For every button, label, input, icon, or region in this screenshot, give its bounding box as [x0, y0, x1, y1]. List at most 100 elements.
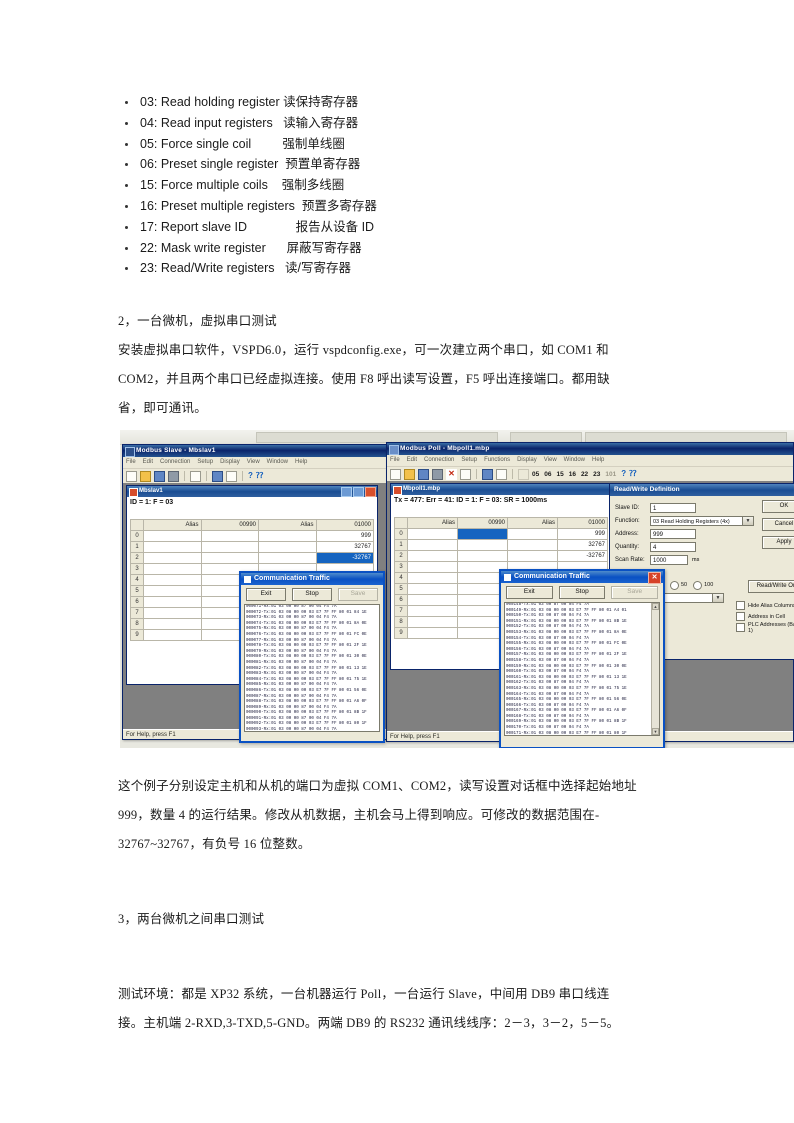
cell-v1[interactable] — [200, 530, 259, 542]
cell-v2[interactable]: 999 — [315, 530, 374, 542]
table-row[interactable]: 0 999 — [130, 530, 374, 542]
exit-button[interactable]: Exit — [506, 586, 553, 599]
cell-alias1[interactable] — [143, 629, 202, 641]
help-question-icon[interactable]: ? — [248, 472, 253, 480]
save-icon[interactable] — [418, 468, 429, 480]
print-icon[interactable] — [168, 470, 179, 482]
hide-alias-columns-checkbox[interactable]: Hide Alias Columns — [736, 600, 794, 611]
cell-alias2[interactable] — [507, 550, 558, 562]
cell-alias1[interactable] — [407, 528, 458, 540]
context-help-icon[interactable]: ⁇ — [256, 472, 263, 480]
connection-icon[interactable] — [482, 468, 493, 480]
quantity-input[interactable]: 4 — [650, 541, 696, 552]
new-file-icon[interactable] — [126, 470, 137, 482]
function-code-22[interactable]: 22 — [581, 471, 588, 478]
cell-alias1[interactable] — [407, 594, 458, 606]
ok-button[interactable]: OK — [762, 500, 794, 513]
cell-alias2[interactable] — [507, 539, 558, 551]
table-row[interactable]: 1 32767 — [394, 539, 608, 551]
cell-alias1[interactable] — [143, 563, 202, 575]
cell-v2[interactable]: -32767 — [557, 550, 608, 562]
poll-titlebar[interactable]: Modbus Poll - Mbpoll1.mbp — [387, 443, 793, 455]
checkbox-icon[interactable] — [736, 612, 745, 621]
checkbox-icon[interactable] — [736, 601, 745, 610]
slave-child-window-buttons[interactable] — [341, 487, 376, 497]
cell-v2[interactable]: 999 — [557, 528, 608, 540]
menu-connection[interactable]: Connection — [160, 459, 190, 465]
function-01-icon[interactable] — [518, 468, 529, 480]
communication-traffic-slave-dialog[interactable]: Communication Traffic Exit Stop Save 000… — [239, 571, 385, 743]
traffic-slave-titlebar[interactable]: Communication Traffic — [241, 573, 383, 585]
rw-dialog-titlebar[interactable]: Read/Write Definition — [610, 484, 794, 496]
cell-alias1[interactable] — [407, 539, 458, 551]
cell-alias2[interactable] — [507, 528, 558, 540]
cell-alias1[interactable] — [407, 605, 458, 617]
scroll-up-icon[interactable]: ▲ — [652, 603, 659, 610]
cell-alias1[interactable] — [407, 561, 458, 573]
table-row[interactable]: 2 -32767 — [394, 550, 608, 562]
address-input[interactable]: 999 — [650, 528, 696, 539]
traffic-poll-log[interactable]: ▲ ▼ 000148-Tx:01 03 00 87 00 04 F4 7A 00… — [504, 602, 660, 736]
traffic-poll-titlebar[interactable]: Communication Traffic ✕ — [501, 571, 663, 584]
function-code-101[interactable]: 101 — [605, 471, 616, 478]
menu-window[interactable]: Window — [564, 457, 585, 463]
checkbox-icon[interactable] — [736, 623, 745, 632]
menu-setup[interactable]: Setup — [461, 457, 477, 463]
cell-alias1[interactable] — [407, 550, 458, 562]
save-icon[interactable] — [154, 470, 165, 482]
menu-file[interactable]: File — [390, 457, 400, 463]
radio-icon[interactable] — [693, 580, 703, 590]
open-folder-icon[interactable] — [404, 468, 415, 480]
cell-v1[interactable] — [200, 541, 259, 553]
menu-setup[interactable]: Setup — [197, 459, 213, 465]
table-row[interactable]: 2 -32767 — [130, 552, 374, 564]
function-code-16[interactable]: 16 — [569, 471, 576, 478]
help-question-icon[interactable]: ? — [621, 470, 626, 478]
cell-v1-selected[interactable] — [457, 528, 508, 540]
menu-edit[interactable]: Edit — [143, 459, 153, 465]
cell-alias2[interactable] — [258, 530, 317, 542]
radio-50[interactable]: 50 — [670, 580, 687, 590]
menu-connection[interactable]: Connection — [424, 457, 454, 463]
new-window-icon[interactable] — [190, 470, 201, 482]
cell-alias1[interactable] — [407, 583, 458, 595]
cell-v2[interactable]: 32767 — [557, 539, 608, 551]
chevron-down-icon[interactable]: ▼ — [742, 516, 753, 525]
copy-icon[interactable] — [226, 470, 237, 482]
maximize-icon[interactable] — [353, 487, 364, 497]
save-button[interactable]: Save — [338, 588, 378, 601]
cell-alias1[interactable] — [143, 596, 202, 608]
table-row[interactable]: 0 999 — [394, 528, 608, 540]
cell-alias1[interactable] — [143, 541, 202, 553]
open-folder-icon[interactable] — [140, 470, 151, 482]
cell-alias1[interactable] — [407, 616, 458, 628]
slave-titlebar[interactable]: Modbus Slave - Mbslav1 — [123, 445, 387, 457]
new-file-icon[interactable] — [390, 468, 401, 480]
close-icon[interactable]: ✕ — [648, 572, 661, 584]
traffic-slave-log[interactable]: 000071-Rx:01 03 00 00 87 00 04 F4 7A 000… — [244, 604, 380, 732]
read-write-once-button[interactable]: Read/Write Onc — [748, 580, 794, 593]
exit-button[interactable]: Exit — [246, 588, 286, 601]
stop-button[interactable]: Stop — [292, 588, 332, 601]
cell-alias1[interactable] — [143, 585, 202, 597]
poll-child-titlebar[interactable]: Mbpoll1.mbp — [391, 484, 611, 495]
cell-alias1[interactable] — [143, 607, 202, 619]
cell-alias2[interactable] — [258, 552, 317, 564]
communication-traffic-poll-dialog[interactable]: Communication Traffic ✕ Exit Stop Save ▲… — [499, 569, 665, 748]
menu-display[interactable]: Display — [220, 459, 240, 465]
function-select[interactable]: 03 Read Holding Registers (4x) ▼ — [650, 515, 754, 526]
cell-alias1[interactable] — [407, 627, 458, 639]
cell-v2[interactable]: 32767 — [315, 541, 374, 553]
plc-addresses-checkbox[interactable]: PLC Addresses (Base 1) — [736, 622, 794, 634]
poll-toolbar[interactable]: ✕ 05 06 15 16 22 23 101 ? ⁇ — [387, 467, 793, 482]
function-code-23[interactable]: 23 — [593, 471, 600, 478]
cell-v1[interactable] — [457, 550, 508, 562]
cell-alias1[interactable] — [143, 552, 202, 564]
cell-v1[interactable] — [200, 552, 259, 564]
cell-v2-selected[interactable]: -32767 — [315, 552, 374, 564]
cell-alias1[interactable] — [143, 530, 202, 542]
cancel-button[interactable]: Cancel — [762, 518, 794, 531]
menu-view[interactable]: View — [544, 457, 557, 463]
slave-menubar[interactable]: File Edit Connection Setup Display View Window… — [123, 457, 387, 469]
poll-menubar[interactable]: File Edit Connection Setup Functions Display V… — [387, 455, 793, 467]
